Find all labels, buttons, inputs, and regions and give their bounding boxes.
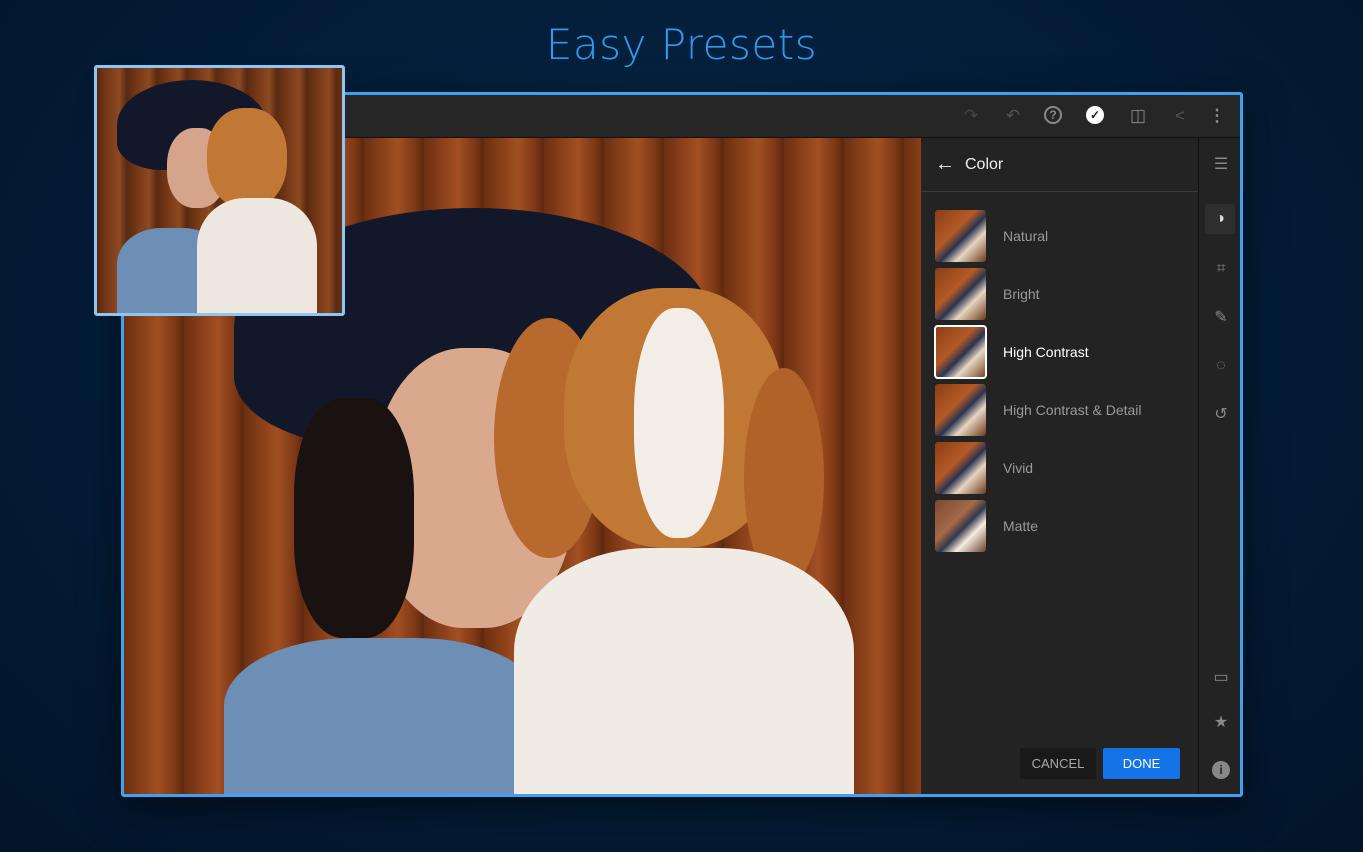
comment-icon[interactable]: ▭ [1211, 668, 1231, 688]
preset-label: High Contrast & Detail [1003, 402, 1142, 418]
check-circle-icon[interactable]: ✓ [1086, 106, 1104, 124]
done-button[interactable]: DONE [1103, 748, 1180, 779]
preset-thumbnail [934, 325, 987, 379]
cancel-button[interactable]: CANCEL [1020, 748, 1096, 779]
arrow-left-icon[interactable]: ← [935, 153, 955, 176]
preset-label: Natural [1003, 228, 1049, 244]
tool-rail: ☰ ◑ ⌗ ✎ ◌ ↺ ▭ ★ i [1198, 138, 1240, 794]
before-photo-thumbnail [94, 65, 345, 316]
info-icon[interactable]: i [1212, 761, 1230, 779]
preset-bright[interactable]: Bright [935, 268, 1040, 320]
dog-head [207, 108, 287, 208]
healing-icon[interactable]: ✎ [1211, 308, 1231, 328]
preset-label: Bright [1003, 286, 1040, 302]
star-icon[interactable]: ★ [1211, 713, 1231, 733]
more-icon[interactable]: ⋮ [1207, 106, 1227, 126]
headline: Easy Presets [545, 20, 818, 69]
masking-icon[interactable]: ◌ [1211, 356, 1231, 376]
preset-thumbnail [935, 268, 986, 320]
dog-body [514, 548, 854, 794]
compare-icon[interactable]: ◫ [1128, 106, 1148, 126]
preset-label: Matte [1003, 518, 1039, 534]
help-icon[interactable]: ? [1044, 106, 1062, 124]
crop-icon[interactable]: ⌗ [1211, 259, 1231, 279]
preset-high-contrast-detail[interactable]: High Contrast & Detail [935, 384, 1142, 436]
redo-icon[interactable]: ↷ [961, 106, 981, 126]
preset-thumbnail [935, 442, 986, 494]
preset-matte[interactable]: Matte [935, 500, 1038, 552]
dog-blaze [634, 308, 724, 538]
presets-icon[interactable]: ◑ [1205, 204, 1235, 234]
preset-vivid[interactable]: Vivid [935, 442, 1033, 494]
presets-panel: ← Color Natural Bright High Contrast Hig… [921, 138, 1198, 794]
hair [294, 398, 414, 638]
preset-label: High Contrast [1003, 344, 1089, 360]
preset-high-contrast[interactable]: High Contrast [934, 325, 1089, 379]
share-icon[interactable]: < [1170, 106, 1190, 126]
preset-thumbnail [935, 384, 986, 436]
preset-thumbnail [935, 210, 986, 262]
sliders-icon[interactable]: ☰ [1211, 155, 1231, 175]
dog-body [197, 198, 317, 313]
history-icon[interactable]: ↺ [1211, 405, 1231, 425]
jacket [224, 638, 544, 794]
preset-label: Vivid [1003, 460, 1034, 476]
panel-title: Color [965, 155, 1004, 173]
preset-thumbnail [935, 500, 986, 552]
preset-natural[interactable]: Natural [935, 210, 1048, 262]
undo-icon[interactable]: ↶ [1003, 106, 1023, 126]
